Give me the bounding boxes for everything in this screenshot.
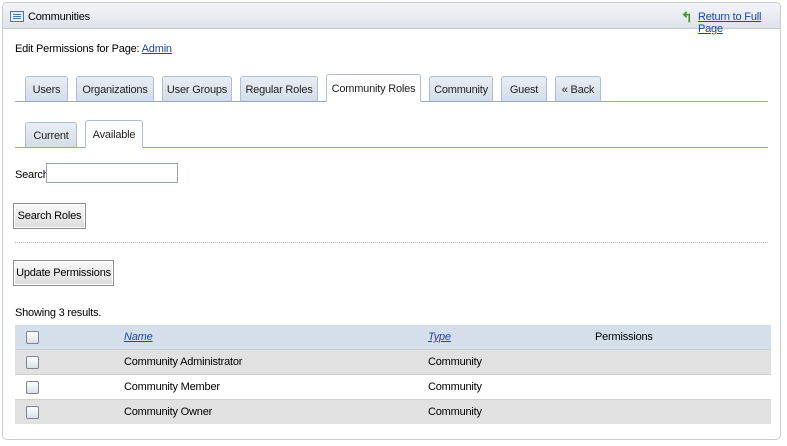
tab-user-groups[interactable]: User Groups [162,76,232,102]
tab-current[interactable]: Current [25,122,77,148]
permissions-column-header: Permissions [595,331,653,343]
tab-guest[interactable]: Guest [501,76,547,102]
name-column-header[interactable]: Name [124,331,153,343]
tab-community[interactable]: Community [429,76,493,102]
role-permissions [595,349,771,375]
return-to-full-page-link[interactable]: Return to Full Page [698,11,780,35]
search-label: Search [15,169,49,181]
role-name: Community Administrator [124,349,428,375]
portlet-titlebar: Communities ↰ Return to Full Page [3,3,780,35]
table-header-row: Name Type Permissions [15,325,771,350]
main-tabs: Users Organizations User Groups Regular … [15,74,768,102]
table-row: Community Administrator Community [15,349,771,375]
role-type: Community [428,349,595,375]
row-checkbox[interactable] [26,380,39,394]
tab-back[interactable]: « Back [555,76,601,102]
role-type: Community [428,399,595,424]
search-input[interactable] [46,163,178,183]
tab-organizations[interactable]: Organizations [76,76,154,102]
tab-users[interactable]: Users [25,76,68,102]
update-permissions-button[interactable]: Update Permissions [13,260,114,286]
search-roles-button[interactable]: Search Roles [13,203,86,229]
portlet-icon [10,11,24,22]
role-permissions [595,399,771,424]
role-name: Community Owner [124,399,428,424]
return-arrow-icon[interactable]: ↰ [681,10,693,24]
results-count: Showing 3 results. [15,307,102,319]
roles-table: Name Type Permissions Community Administ… [15,325,771,424]
tab-regular-roles[interactable]: Regular Roles [240,76,318,102]
edit-permissions-heading: Edit Permissions for Page: Admin [15,43,172,55]
communities-portlet: Communities ↰ Return to Full Page Edit P… [2,2,781,440]
type-column-header[interactable]: Type [428,331,451,343]
role-permissions [595,374,771,400]
portlet-title: Communities [28,11,90,23]
role-type: Community [428,374,595,400]
table-row: Community Owner Community [15,399,771,424]
tab-available[interactable]: Available [85,120,143,148]
admin-page-link[interactable]: Admin [142,43,172,55]
role-name: Community Member [124,374,428,400]
edit-permissions-label: Edit Permissions for Page: [15,43,140,55]
row-checkbox[interactable] [26,405,39,419]
table-row: Community Member Community [15,374,771,400]
row-checkbox[interactable] [26,355,39,369]
tab-community-roles[interactable]: Community Roles [326,74,421,102]
section-divider [15,242,768,243]
sub-tabs: Current Available [15,120,768,148]
select-all-checkbox[interactable] [26,330,39,344]
